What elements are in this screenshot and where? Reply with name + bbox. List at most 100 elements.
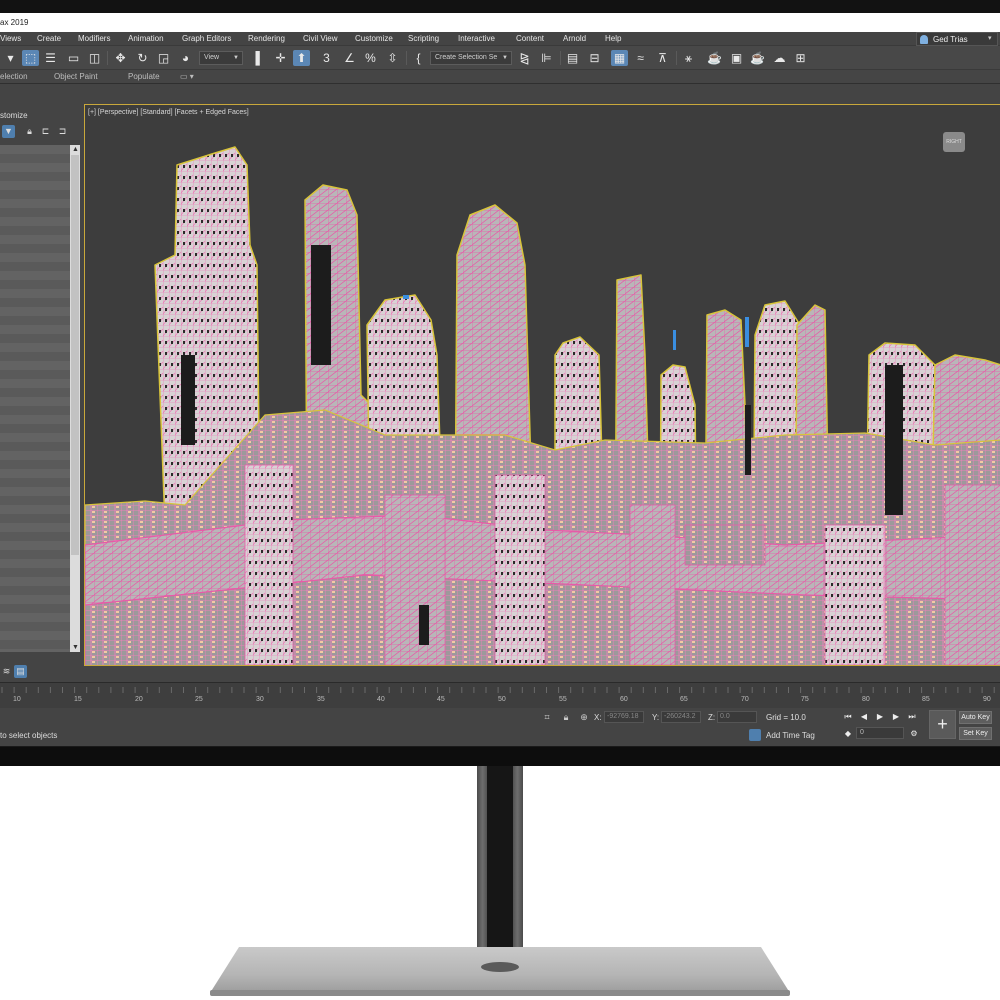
list-item[interactable] — [0, 460, 70, 469]
list-item[interactable] — [0, 244, 70, 253]
x-coordinate-field[interactable]: -92769.18 — [604, 711, 644, 723]
select-by-name-icon[interactable]: ☰ — [42, 50, 59, 66]
list-item[interactable] — [0, 622, 70, 631]
list-item[interactable] — [0, 235, 70, 244]
time-slider-track[interactable]: 10 15 20 25 30 35 40 45 50 55 60 65 70 7… — [0, 682, 1000, 708]
time-config-icon[interactable]: ⚙ — [909, 729, 919, 739]
play-icon[interactable]: ▶ — [875, 712, 885, 722]
list-item[interactable] — [0, 145, 70, 154]
scrollbar-thumb[interactable] — [71, 155, 79, 555]
list-item[interactable] — [0, 226, 70, 235]
list-item[interactable] — [0, 307, 70, 316]
menu-interactive[interactable]: Interactive — [458, 34, 495, 43]
list-item[interactable] — [0, 298, 70, 307]
menu-civil-view[interactable]: Civil View — [303, 34, 338, 43]
go-to-start-icon[interactable]: ⏮ — [843, 712, 853, 722]
list-item[interactable] — [0, 424, 70, 433]
select-object-icon[interactable]: ⬚ — [22, 50, 39, 66]
next-frame-icon[interactable]: ▶ — [891, 712, 901, 722]
menu-rendering[interactable]: Rendering — [248, 34, 285, 43]
named-selection-set-dropdown[interactable]: Create Selection Se ▼ — [430, 51, 512, 65]
snaps-toggle-icon[interactable]: 3 — [318, 50, 335, 66]
list-item[interactable] — [0, 253, 70, 262]
list-item[interactable] — [0, 379, 70, 388]
perspective-viewport[interactable]: [+] [Perspective] [Standard] [Facets + E… — [84, 104, 1000, 666]
material-editor-icon[interactable]: ⚹ — [680, 50, 697, 66]
scroll-down-icon[interactable]: ▼ — [72, 644, 79, 651]
list-item[interactable] — [0, 595, 70, 604]
viewcube[interactable]: RIGHT — [943, 132, 965, 152]
list-item[interactable] — [0, 325, 70, 334]
mirror-icon[interactable]: ⧎ — [516, 50, 533, 66]
list-item[interactable] — [0, 388, 70, 397]
render-setup-icon[interactable]: ☕ — [706, 50, 723, 66]
hierarchy-icon[interactable]: ⊏ — [39, 125, 52, 138]
menu-modifiers[interactable]: Modifiers — [78, 34, 110, 43]
list-item[interactable] — [0, 289, 70, 298]
user-account-menu[interactable]: Ged Trias ▾ — [916, 32, 998, 46]
window-crossing-icon[interactable]: ◫ — [86, 50, 103, 66]
ribbon-tab-object-paint[interactable]: Object Paint — [54, 72, 98, 81]
schematic-view-icon[interactable]: ⊼ — [654, 50, 671, 66]
key-mode-icon[interactable]: ◆ — [843, 729, 853, 739]
list-item[interactable] — [0, 190, 70, 199]
list-item[interactable] — [0, 649, 70, 652]
place-icon[interactable]: ◕ — [177, 50, 194, 66]
list-item[interactable] — [0, 163, 70, 172]
undo-dropdown-icon[interactable]: ▾ — [2, 50, 19, 66]
list-item[interactable] — [0, 577, 70, 586]
curve-editor-icon[interactable]: ≈ — [632, 50, 649, 66]
list-item[interactable] — [0, 613, 70, 622]
current-frame-field[interactable]: 0 — [856, 727, 904, 739]
menu-content[interactable]: Content — [516, 34, 544, 43]
list-item[interactable] — [0, 604, 70, 613]
list-item[interactable] — [0, 532, 70, 541]
list-item[interactable] — [0, 523, 70, 532]
list-item[interactable] — [0, 154, 70, 163]
list-item[interactable] — [0, 316, 70, 325]
lock-icon[interactable]: 🔒︎ — [23, 125, 36, 138]
list-item[interactable] — [0, 415, 70, 424]
go-to-end-icon[interactable]: ⏭ — [907, 712, 917, 722]
list-item[interactable] — [0, 433, 70, 442]
ribbon-tab-selection[interactable]: election — [0, 72, 28, 81]
list-item[interactable] — [0, 487, 70, 496]
select-manipulate-icon[interactable]: ✛ — [272, 50, 289, 66]
edit-named-selection-icon[interactable]: { — [410, 50, 427, 66]
spinner-snap-icon[interactable]: ⇳ — [384, 50, 401, 66]
reference-coordinate-dropdown[interactable]: View ▼ — [199, 51, 243, 65]
render-in-cloud-icon[interactable]: ☁ — [771, 50, 788, 66]
rendered-frame-window-icon[interactable]: ▣ — [728, 50, 745, 66]
list-item[interactable] — [0, 640, 70, 649]
percent-snap-icon[interactable]: % — [362, 50, 379, 66]
ribbon-options-icon[interactable]: ▭ ▾ — [180, 72, 194, 81]
list-item[interactable] — [0, 208, 70, 217]
move-icon[interactable]: ✥ — [112, 50, 129, 66]
layer-hierarchy-icon[interactable]: ⊐ — [56, 125, 69, 138]
menu-customize[interactable]: Customize — [355, 34, 393, 43]
scene-object-list[interactable] — [0, 145, 70, 652]
align-icon[interactable]: ⊫ — [538, 50, 555, 66]
set-key-button[interactable]: Set Key — [959, 727, 992, 740]
list-item[interactable] — [0, 442, 70, 451]
menu-help[interactable]: Help — [605, 34, 621, 43]
list-item[interactable] — [0, 280, 70, 289]
list-item[interactable] — [0, 271, 70, 280]
list-item[interactable] — [0, 262, 70, 271]
list-item[interactable] — [0, 568, 70, 577]
list-item[interactable] — [0, 469, 70, 478]
menu-create[interactable]: Create — [37, 34, 61, 43]
list-item[interactable] — [0, 505, 70, 514]
menu-animation[interactable]: Animation — [128, 34, 164, 43]
layer-explorer-icon[interactable]: ⊟ — [586, 50, 603, 66]
filter-icon[interactable]: ▼ — [2, 125, 15, 138]
ribbon-tab-populate[interactable]: Populate — [128, 72, 160, 81]
time-tag-icon[interactable] — [749, 729, 761, 741]
list-item[interactable] — [0, 397, 70, 406]
list-item[interactable] — [0, 172, 70, 181]
list-item[interactable] — [0, 199, 70, 208]
list-item[interactable] — [0, 550, 70, 559]
a360-gallery-icon[interactable]: ⊞ — [792, 50, 809, 66]
absolute-mode-icon[interactable]: ⊕ — [578, 711, 590, 723]
scene-explorer-icon[interactable]: ▤ — [564, 50, 581, 66]
